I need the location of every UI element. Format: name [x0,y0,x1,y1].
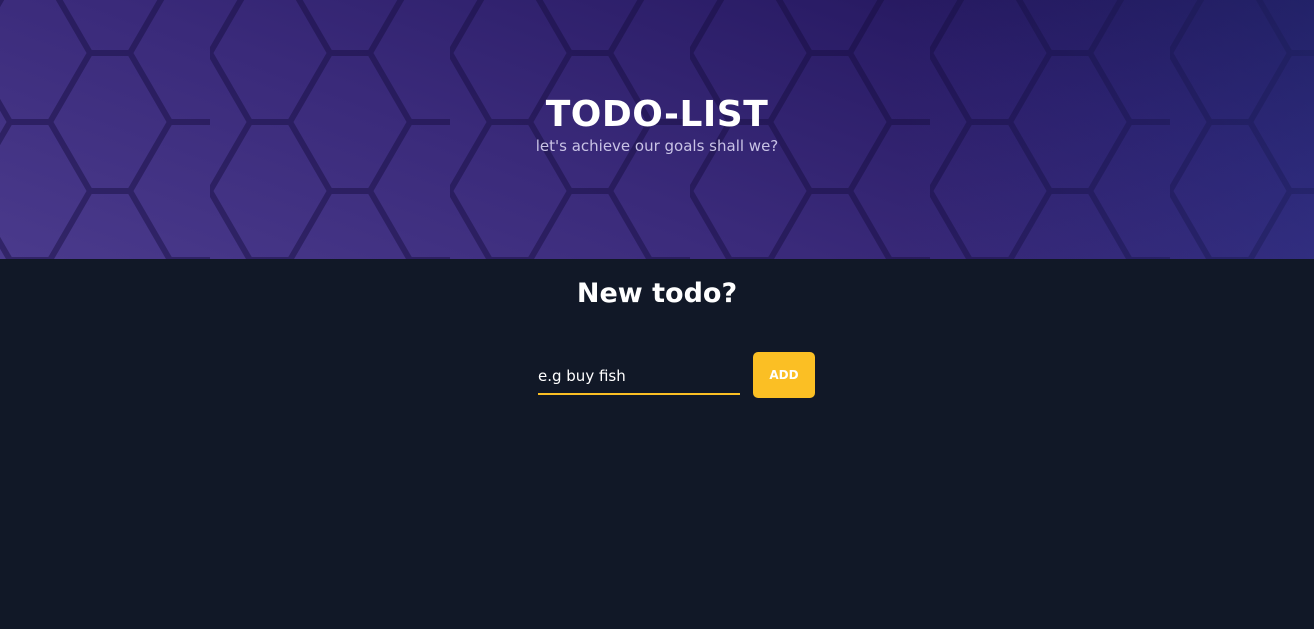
new-todo-heading: New todo? [576,278,738,309]
page-title: TODO-LIST [545,94,769,135]
page-subtitle: let's achieve our goals shall we? [535,137,779,155]
hero-banner: TODO-LIST let's achieve our goals shall … [0,0,1314,259]
main-section: New todo? ADD [0,259,1314,629]
add-button[interactable]: ADD [753,352,815,398]
todo-input[interactable] [538,359,740,395]
